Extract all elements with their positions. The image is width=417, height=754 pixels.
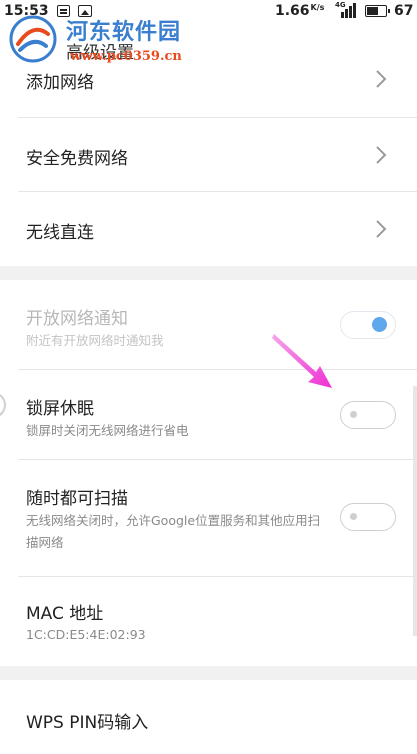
toggle-switch[interactable] (340, 503, 396, 531)
network-speed: 1.66K/s (275, 3, 325, 19)
row-label: 开放网络通知 (26, 309, 128, 329)
chevron-right-icon (376, 70, 387, 88)
page-title: 高级设置 (66, 43, 134, 63)
settings-group-wps: WPS PIN码输入 (0, 680, 417, 754)
settings-row-wifi-direct[interactable]: 无线直连 (0, 192, 417, 266)
settings-row-wps-pin[interactable]: WPS PIN码输入 (0, 680, 417, 754)
scrollbar[interactable] (413, 386, 417, 636)
battery-level: 67 (394, 3, 414, 19)
row-label: 锁屏休眠 (26, 399, 94, 419)
toggle-switch[interactable] (340, 311, 396, 339)
row-label: MAC 地址 (26, 604, 104, 624)
row-label: 无线直连 (26, 223, 94, 243)
network-type-label: 4G (335, 1, 346, 9)
toggle-switch[interactable] (340, 401, 396, 429)
settings-row-mac-address: MAC 地址 1C:CD:E5:4E:02:93 (0, 577, 417, 666)
settings-row-open-network-notify[interactable]: 开放网络通知 附近有开放网络时通知我 (0, 280, 417, 370)
row-label: WPS PIN码输入 (26, 713, 149, 733)
battery-icon (365, 5, 390, 17)
chevron-right-icon (376, 146, 387, 164)
row-label: 安全免费网络 (26, 149, 128, 169)
settings-row-add-network[interactable]: 添加网络 (0, 60, 417, 118)
chevron-right-icon (376, 220, 387, 238)
cell-signal-icon: 4G (335, 1, 357, 18)
row-description: 附近有开放网络时通知我 (26, 333, 164, 348)
image-notification-icon (78, 5, 92, 17)
title-bar: 高级设置 (0, 26, 417, 63)
row-description: 锁屏时关闭无线网络进行省电 (26, 423, 189, 438)
mac-address-value: 1C:CD:E5:4E:02:93 (26, 627, 146, 642)
message-notification-icon (57, 5, 70, 17)
row-label: 添加网络 (26, 73, 94, 93)
settings-group-wlan-options: 开放网络通知 附近有开放网络时通知我 锁屏休眠 锁屏时关闭无线网络进行省电 随时… (0, 280, 417, 666)
settings-row-secure-free-network[interactable]: 安全免费网络 (0, 118, 417, 192)
settings-row-always-scan[interactable]: 随时都可扫描 无线网络关闭时，允许Google位置服务和其他应用扫描网络 (0, 460, 417, 577)
status-bar: 15:53 1.66K/s 4G 67 (0, 0, 417, 26)
row-description: 无线网络关闭时，允许Google位置服务和其他应用扫描网络 (26, 513, 321, 550)
settings-row-screen-lock-sleep[interactable]: 锁屏休眠 锁屏时关闭无线网络进行省电 (0, 370, 417, 460)
status-time: 15:53 (4, 3, 49, 19)
row-label: 随时都可扫描 (26, 489, 128, 509)
settings-group-network: 添加网络 安全免费网络 无线直连 (0, 60, 417, 266)
